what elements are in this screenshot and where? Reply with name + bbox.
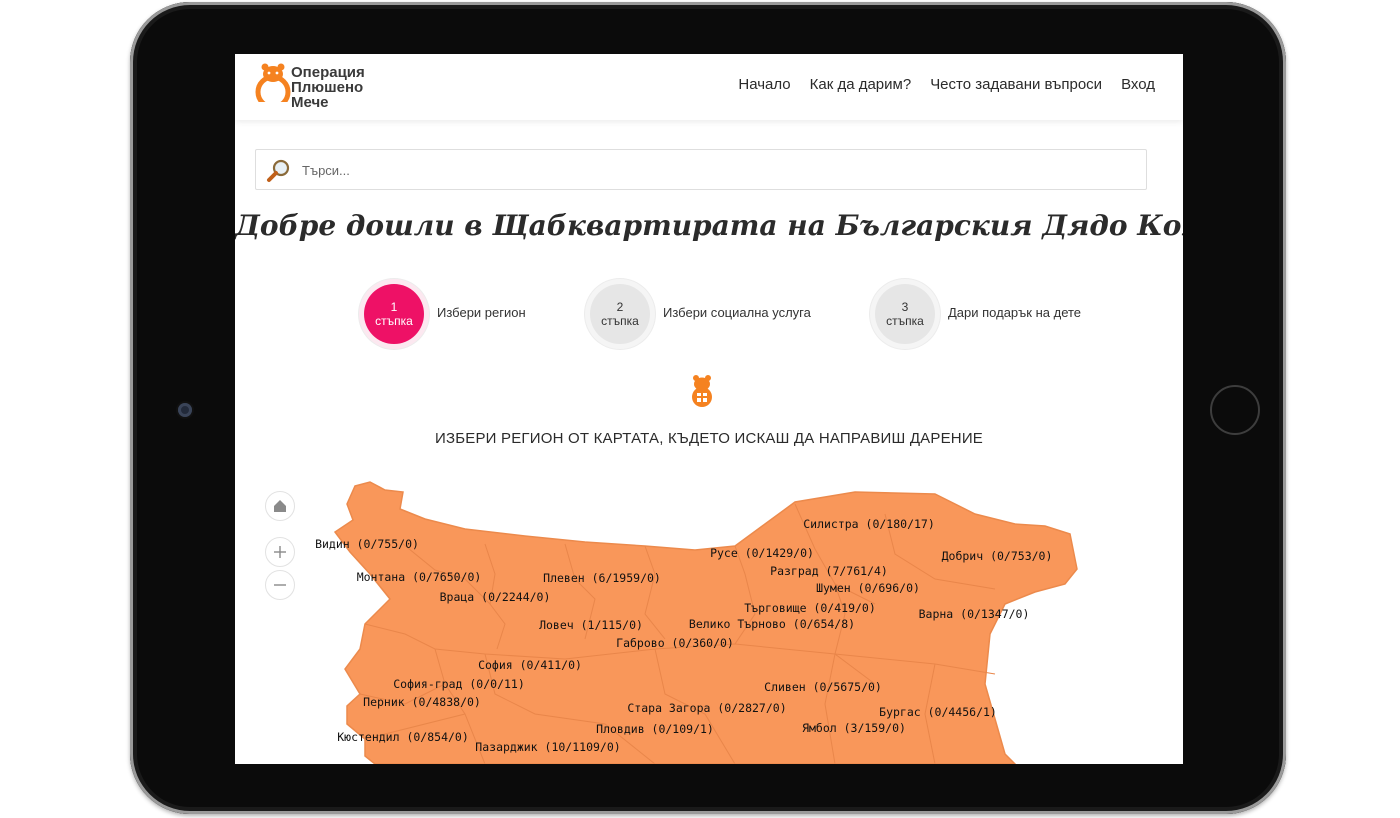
step-3-unit: стъпка (886, 314, 924, 328)
step-3-number: 3 (901, 300, 909, 314)
region-label[interactable]: Плевен (6/1959/0) (543, 571, 661, 585)
region-label[interactable]: София-град (0/0/11) (393, 677, 525, 691)
region-label[interactable]: Велико Търново (0/654/8) (689, 617, 855, 631)
step-3-ring: 3 стъпка (870, 279, 940, 349)
region-label[interactable]: Враца (0/2244/0) (440, 590, 551, 604)
magnifier-icon (267, 159, 290, 182)
bear-gift-icon (692, 375, 712, 407)
step-1-badge: 1 стъпка (364, 284, 424, 344)
region-label[interactable]: Ямбол (3/159/0) (802, 721, 906, 735)
bear-logo-icon (255, 63, 291, 110)
brand-line-1: Операция (291, 64, 365, 81)
brand-logo[interactable]: Операция Плюшено Мече (255, 60, 395, 112)
step-3-badge: 3 стъпка (875, 284, 935, 344)
region-label[interactable]: Русе (0/1429/0) (710, 546, 814, 560)
region-label[interactable]: Ловеч (1/115/0) (539, 618, 643, 632)
step-1-number: 1 (390, 300, 398, 314)
map-home-button[interactable] (265, 491, 295, 521)
step-2-ring: 2 стъпка (585, 279, 655, 349)
search-bar (255, 149, 1147, 191)
region-label[interactable]: Видин (0/755/0) (315, 537, 419, 551)
region-label[interactable]: Разград (7/761/4) (770, 564, 888, 578)
nav-link-login[interactable]: Вход (1121, 76, 1155, 93)
nav-link-how-to-donate[interactable]: Как да дарим? (810, 76, 912, 93)
nav-link-faq[interactable]: Често задавани въпроси (930, 76, 1102, 93)
brand-line-2: Плюшено (291, 79, 364, 96)
region-label[interactable]: Монтана (0/7650/0) (357, 570, 482, 584)
page-title: Добре дошли в Щабквартирата на Български… (235, 209, 1183, 242)
brand-line-3: Мече (291, 94, 329, 111)
step-2-number: 2 (616, 300, 624, 314)
step-1-label: Избери регион (437, 305, 526, 320)
step-2-unit: стъпка (601, 314, 639, 328)
region-label[interactable]: Сливен (0/5675/0) (764, 680, 882, 694)
home-button[interactable] (1210, 385, 1260, 435)
region-label[interactable]: София (0/411/0) (478, 658, 582, 672)
site-header: Операция Плюшено Мече Начало Как да дари… (235, 54, 1183, 120)
step-1-unit: стъпка (375, 314, 413, 328)
region-label[interactable]: Пазарджик (10/1109/0) (475, 740, 620, 754)
region-label[interactable]: Варна (0/1347/0) (919, 607, 1030, 621)
region-label[interactable]: Добрич (0/753/0) (942, 549, 1053, 563)
search-input[interactable] (300, 150, 1134, 191)
step-2-badge: 2 стъпка (590, 284, 650, 344)
step-1-ring: 1 стъпка (359, 279, 429, 349)
camera-icon (178, 403, 192, 417)
region-label[interactable]: Габрово (0/360/0) (616, 636, 734, 650)
map-zoom-out-button[interactable] (265, 570, 295, 600)
minus-icon (274, 584, 286, 586)
region-map: Видин (0/755/0) Силистра (0/180/17) Русе (… (235, 474, 1183, 764)
plus-icon (274, 546, 286, 558)
step-2-label: Избери социална услуга (663, 305, 811, 320)
region-label[interactable]: Стара Загора (0/2827/0) (627, 701, 786, 715)
region-label[interactable]: Търговище (0/419/0) (744, 601, 876, 615)
brand-name: Операция Плюшено Мече (291, 65, 401, 110)
region-label[interactable]: Силистра (0/180/17) (803, 517, 935, 531)
map-zoom-in-button[interactable] (265, 537, 295, 567)
region-label[interactable]: Перник (0/4838/0) (363, 695, 481, 709)
region-label[interactable]: Шумен (0/696/0) (816, 581, 920, 595)
screen: Операция Плюшено Мече Начало Как да дари… (235, 54, 1183, 764)
map-heading: ИЗБЕРИ РЕГИОН ОТ КАРТАТА, КЪДЕТО ИСКАШ Д… (434, 430, 984, 447)
main-nav: Начало Как да дарим? Често задавани въпр… (738, 76, 1155, 93)
nav-link-home[interactable]: Начало (738, 76, 790, 93)
step-3-label: Дари подарък на дете (948, 305, 1082, 320)
region-label[interactable]: Пловдив (0/109/1) (596, 722, 714, 736)
region-label[interactable]: Бургас (0/4456/1) (879, 705, 997, 719)
region-label[interactable]: Кюстендил (0/854/0) (337, 730, 469, 744)
home-icon (274, 500, 286, 512)
